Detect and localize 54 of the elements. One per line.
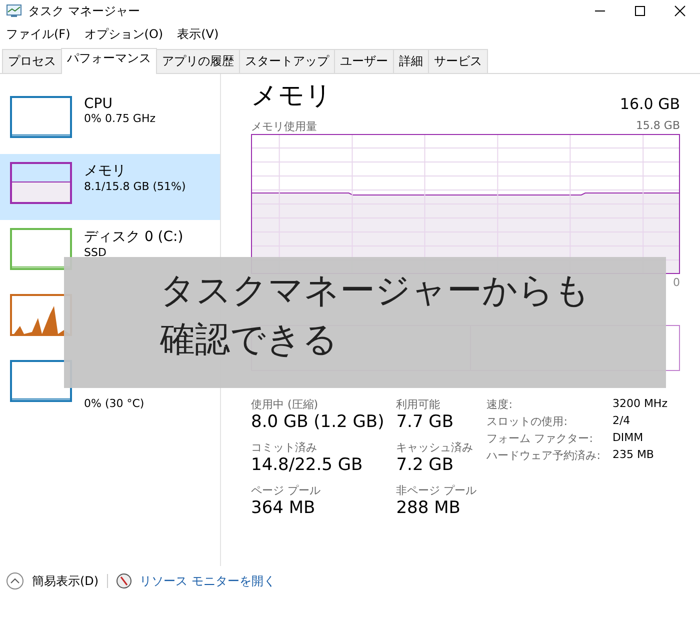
graph-min: 0 xyxy=(673,276,680,289)
resource-monitor-link[interactable]: リソース モニターを開く xyxy=(140,572,276,590)
device-detail: 0% 0.75 GHz xyxy=(84,112,156,125)
stat-value: 7.7 GB xyxy=(396,412,455,432)
device-detail: 8.1/15.8 GB (51%) xyxy=(84,180,186,193)
stat-value: 8.0 GB (1.2 GB) xyxy=(251,412,384,432)
maximize-icon[interactable] xyxy=(634,5,646,17)
stat-label: 非ページ プール xyxy=(396,483,477,498)
stat-label: コミット済み xyxy=(251,440,318,455)
spec-value: 235 MB xyxy=(612,448,655,463)
stat-label: キャッシュ済み xyxy=(396,440,474,455)
tab[interactable]: パフォーマンス xyxy=(61,48,157,74)
collapse-icon[interactable] xyxy=(6,572,24,590)
panel-title: メモリ xyxy=(251,80,332,113)
tab[interactable]: 詳細 xyxy=(393,49,429,73)
spec-value: 2/4 xyxy=(612,414,632,429)
spec-label: 速度: xyxy=(486,397,514,412)
stat-label: 使用中 (圧縮) xyxy=(251,397,320,412)
tab[interactable]: スタートアップ xyxy=(239,49,335,73)
tab[interactable]: サービス xyxy=(428,49,488,73)
sidebar-item[interactable]: メモリ 8.1/15.8 GB (51%) xyxy=(0,154,220,220)
total-memory: 16.0 GB xyxy=(620,95,680,113)
spec-label: ハードウェア予約済み: xyxy=(486,448,600,463)
stat-value: 7.2 GB xyxy=(396,455,455,475)
device-name: メモリ xyxy=(84,162,127,180)
gauge-icon xyxy=(116,573,132,589)
stat-value: 364 MB xyxy=(251,498,316,518)
tab[interactable]: ユーザー xyxy=(334,49,394,73)
stat-value: 288 MB xyxy=(396,498,462,518)
device-detail: 0% (30 °C) xyxy=(84,397,144,410)
device-name: ディスク 0 (C:) xyxy=(84,228,184,246)
graph-max: 15.8 GB xyxy=(636,119,680,134)
stat-value: 14.8/22.5 GB xyxy=(251,455,364,475)
spec-value: 3200 MHz xyxy=(612,397,668,412)
device-detail: SSD xyxy=(84,246,108,259)
tab[interactable]: プロセス xyxy=(2,49,62,73)
tab[interactable]: アプリの履歴 xyxy=(156,49,240,73)
fewer-details-link[interactable]: 簡易表示(D) xyxy=(32,572,99,590)
spec-label: フォーム ファクター: xyxy=(486,431,594,446)
menu-item[interactable]: オプション(O) xyxy=(84,26,164,42)
app-icon xyxy=(6,4,22,18)
caption-text: 確認できる xyxy=(160,319,339,362)
sidebar-item[interactable]: CPU 0% 0.75 GHz xyxy=(0,88,166,154)
spec-label: スロットの使用: xyxy=(486,414,568,429)
caption-text: タスクマネージャーからも xyxy=(160,270,591,313)
stat-label: ページ プール xyxy=(251,483,322,498)
menu-item[interactable]: 表示(V) xyxy=(177,26,219,42)
stat-label: 利用可能 xyxy=(396,397,442,412)
menu-item[interactable]: ファイル(F) xyxy=(6,26,70,42)
graph-label: メモリ使用量 xyxy=(251,119,317,134)
spec-value: DIMM xyxy=(612,431,644,446)
device-name: CPU xyxy=(84,96,114,112)
window-title: タスク マネージャー xyxy=(28,2,140,20)
close-icon[interactable] xyxy=(674,5,686,17)
